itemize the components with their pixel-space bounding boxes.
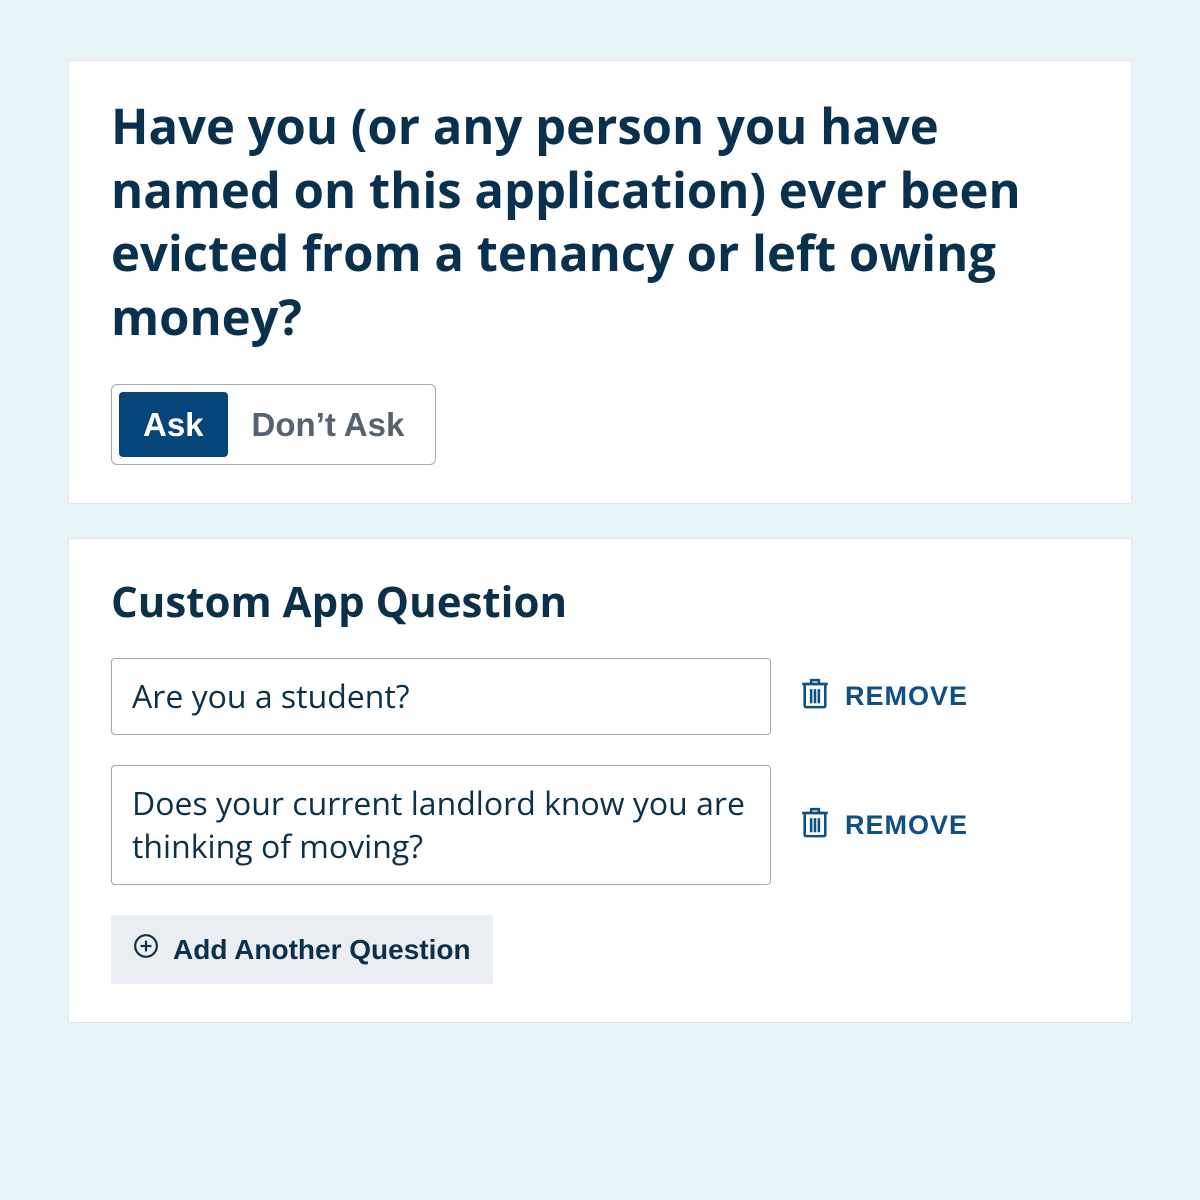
ask-toggle-group: Ask Don’t Ask: [111, 384, 436, 465]
eviction-question-title: Have you (or any person you have named o…: [111, 95, 1089, 350]
remove-question-button[interactable]: REMOVE: [799, 675, 968, 718]
custom-question-card: Custom App Question Are you a student? R…: [68, 538, 1132, 1024]
remove-label: REMOVE: [845, 810, 968, 841]
remove-question-button[interactable]: REMOVE: [799, 804, 968, 847]
custom-question-input[interactable]: Are you a student?: [111, 658, 771, 735]
custom-question-row: Does your current landlord know you are …: [111, 765, 1089, 885]
add-question-label: Add Another Question: [173, 934, 471, 966]
plus-circle-icon: [133, 933, 159, 966]
custom-question-input[interactable]: Does your current landlord know you are …: [111, 765, 771, 885]
dont-ask-button[interactable]: Don’t Ask: [228, 392, 429, 457]
remove-label: REMOVE: [845, 681, 968, 712]
trash-icon: [799, 804, 831, 847]
custom-question-row: Are you a student? REMOVE: [111, 658, 1089, 735]
eviction-question-card: Have you (or any person you have named o…: [68, 60, 1132, 504]
trash-icon: [799, 675, 831, 718]
ask-button[interactable]: Ask: [119, 392, 228, 457]
add-question-button[interactable]: Add Another Question: [111, 915, 493, 984]
custom-section-title: Custom App Question: [111, 573, 1089, 630]
